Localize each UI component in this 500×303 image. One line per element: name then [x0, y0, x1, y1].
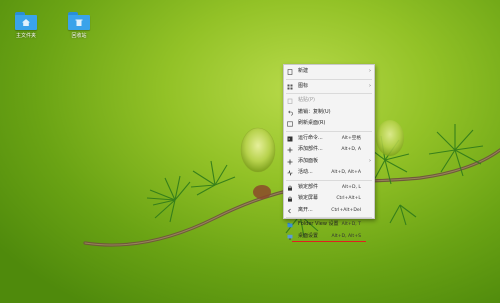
menu-item-activities[interactable]: 活动... Alt+D, Alt+A	[284, 167, 374, 179]
menu-item-shortcut: Alt+D, L	[341, 184, 361, 190]
chevron-right-icon: ›	[369, 157, 371, 164]
menu-item-leave[interactable]: 离开... Ctrl+Alt+Del	[284, 205, 374, 217]
menu-item-folder-view-settings[interactable]: Folder View 设置 Alt+D, T	[284, 219, 374, 231]
grid-icon	[287, 84, 293, 89]
menu-item-shortcut: Alt+D, T	[341, 222, 361, 227]
desktop-icon-trash[interactable]: 回收站	[57, 12, 101, 39]
trash-folder-icon	[68, 12, 90, 30]
desktop[interactable]: 主文件夹 回收站 新建 › 图标 › 粘贴(P) 撤销：复制(U) 刷新桌面(R…	[0, 0, 500, 303]
menu-item-label: 粘贴(P)	[298, 97, 315, 103]
menu-item-new[interactable]: 新建 ›	[284, 66, 374, 78]
menu-item-label: 锁定屏幕	[298, 195, 319, 201]
desktop-context-menu: 新建 › 图标 › 粘贴(P) 撤销：复制(U) 刷新桌面(R) 运行命令...…	[283, 64, 375, 242]
menu-item-refresh-desktop[interactable]: 刷新桌面(R)	[284, 118, 374, 130]
red-underline-annotation	[292, 240, 366, 242]
menu-item-paste[interactable]: 粘贴(P)	[284, 95, 374, 107]
menu-item-shortcut: Alt+D, A	[341, 147, 361, 152]
menu-item-shortcut: Alt+空格	[341, 135, 361, 141]
menu-item-label: 撤销：复制(U)	[298, 108, 331, 115]
menu-item-shortcut: Ctrl+Alt+Del	[331, 207, 361, 213]
leave-icon	[288, 208, 291, 213]
menu-item-label: Folder View 设置	[298, 221, 339, 227]
lock-screen-icon	[288, 196, 292, 202]
menu-item-label: 图标	[298, 82, 309, 89]
menu-item-add-widgets[interactable]: 添加部件... Alt+D, A	[284, 144, 374, 156]
menu-item-undo-copy[interactable]: 撤销：复制(U)	[284, 107, 374, 119]
menu-item-label: 离开...	[298, 206, 313, 213]
desktop-icon-label: 回收站	[71, 33, 87, 39]
menu-item-lock-widgets[interactable]: 锁定部件 Alt+D, L	[284, 182, 374, 194]
run-icon	[287, 136, 293, 141]
paste-icon	[287, 98, 293, 104]
desktop-settings-icon	[287, 234, 293, 239]
desktop-icon-label: 主文件夹	[15, 33, 36, 39]
menu-item-shortcut: Alt+D, Alt+A	[331, 170, 361, 175]
menu-item-label: 添加面板	[298, 157, 319, 164]
menu-item-label: 刷新桌面(R)	[298, 120, 326, 126]
menu-item-label: 新建	[298, 68, 309, 74]
home-folder-icon	[15, 12, 37, 30]
menu-item-label: 运行命令...	[298, 134, 323, 141]
menu-item-add-panel[interactable]: 添加面板 ›	[284, 156, 374, 168]
menu-separator	[286, 78, 372, 80]
menu-separator	[286, 179, 372, 181]
menu-item-icons[interactable]: 图标 ›	[284, 81, 374, 93]
menu-separator	[286, 130, 372, 132]
menu-item-shortcut: Ctrl+Alt+L	[336, 196, 361, 201]
menu-separator	[286, 217, 372, 218]
undo-icon	[288, 110, 293, 115]
menu-separator	[286, 93, 372, 94]
lock-icon	[288, 185, 292, 191]
menu-item-desktop-settings[interactable]: 桌面设置 Alt+D, Alt+S	[284, 231, 374, 243]
activities-icon	[287, 170, 293, 176]
chevron-right-icon: ›	[369, 68, 371, 74]
menu-item-lock-screen[interactable]: 锁定屏幕 Ctrl+Alt+L	[284, 193, 374, 205]
menu-item-label: 添加部件...	[298, 146, 323, 152]
add-panel-icon	[287, 159, 293, 164]
folder-view-settings-icon	[287, 222, 293, 228]
desktop-icon-home-folder[interactable]: 主文件夹	[4, 12, 48, 39]
refresh-icon	[287, 121, 293, 127]
chevron-right-icon: ›	[369, 82, 371, 89]
add-widget-icon	[287, 147, 293, 153]
menu-item-label: 锁定部件	[298, 183, 319, 190]
wallpaper-larch-branch	[83, 120, 500, 247]
menu-item-run-command[interactable]: 运行命令... Alt+空格	[284, 133, 374, 145]
menu-item-label: 桌面设置	[298, 232, 319, 239]
new-icon	[287, 69, 293, 75]
menu-item-label: 活动...	[298, 169, 313, 175]
